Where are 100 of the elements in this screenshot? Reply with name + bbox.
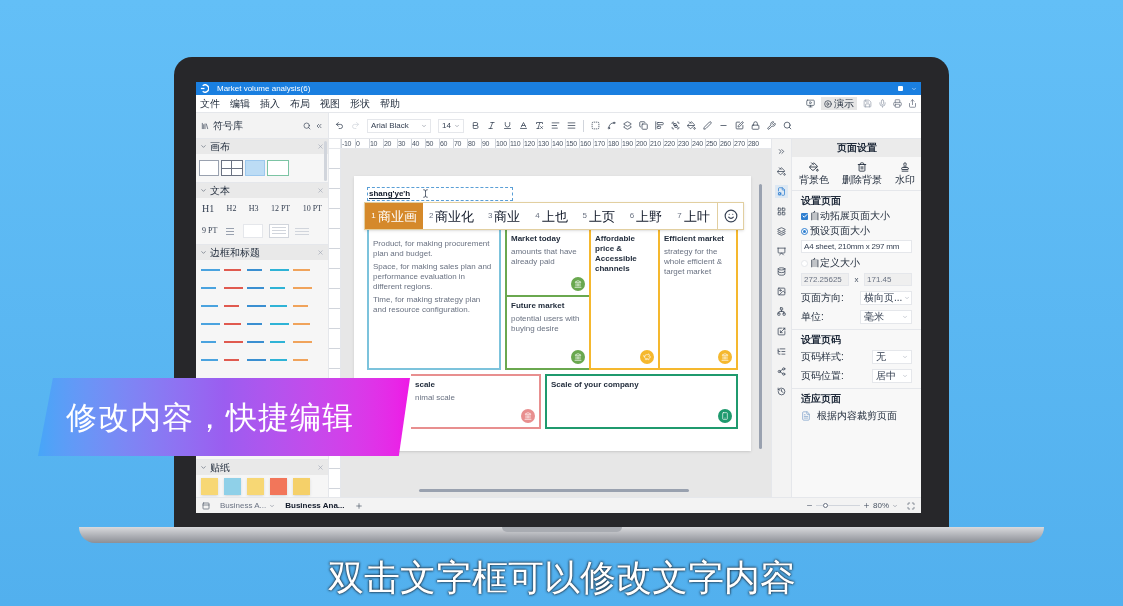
page-tab[interactable]: Business Ana... — [285, 501, 345, 510]
text-box-icon[interactable] — [591, 121, 600, 130]
image-icon[interactable] — [777, 287, 786, 296]
collapse-icon[interactable] — [200, 143, 207, 150]
background-action-button[interactable]: 背景色 — [798, 162, 829, 185]
sticky-note-thumbnail[interactable] — [270, 478, 287, 495]
font-color-icon[interactable] — [519, 121, 528, 130]
microphone-icon[interactable] — [878, 99, 887, 108]
save-icon[interactable] — [863, 99, 872, 108]
horizontal-scrollbar[interactable] — [419, 489, 689, 492]
fill-icon[interactable] — [687, 121, 696, 130]
size-field[interactable]: 14 — [438, 118, 464, 133]
sticky-note-thumbnail[interactable] — [293, 478, 310, 495]
sticky-note-thumbnail[interactable] — [224, 478, 241, 495]
collapse-icon[interactable] — [200, 464, 207, 471]
page-size-select[interactable]: A4 sheet, 210mm x 297 mm — [801, 240, 912, 253]
italic-icon[interactable] — [487, 121, 496, 130]
text-style-item[interactable]: 12 PT — [270, 205, 291, 213]
vertical-scrollbar[interactable] — [759, 184, 762, 449]
hierarchy-icon[interactable] — [777, 307, 786, 316]
layers-icon[interactable] — [777, 227, 786, 236]
text-style-item[interactable]: 9 PT — [202, 227, 218, 235]
database-icon[interactable] — [777, 267, 786, 276]
collapse-icon[interactable] — [200, 187, 207, 194]
background-action-button[interactable]: 水印 — [894, 162, 915, 185]
crop-page-button[interactable]: 根据内容裁剪页面 — [801, 411, 912, 421]
diagram-card[interactable]: scale nimal scale — [411, 374, 541, 429]
table-canvas-thumbnail[interactable] — [267, 160, 289, 176]
diagram-card[interactable]: Future market potential users with buying desire — [505, 295, 591, 370]
collapse-panel-icon[interactable] — [315, 121, 323, 130]
text-style-item[interactable]: H3 — [248, 205, 259, 213]
connector-icon[interactable] — [607, 121, 616, 130]
graph-icon[interactable] — [777, 367, 786, 376]
undo-icon[interactable] — [335, 121, 344, 130]
caret-icon[interactable] — [911, 85, 917, 92]
section-title[interactable]: 文本 — [210, 185, 230, 196]
select-field[interactable]: 居中 — [872, 369, 912, 383]
font-field[interactable]: Arial Black — [367, 118, 431, 133]
background-action-button[interactable]: 删除背景 — [841, 162, 882, 185]
outline-icon[interactable] — [777, 347, 786, 356]
fullscreen-icon[interactable] — [907, 501, 915, 510]
sticky-note-thumbnail[interactable] — [247, 478, 264, 495]
page-tab[interactable]: Business A... — [220, 501, 276, 510]
zoom-in-icon[interactable] — [863, 502, 870, 509]
print-icon[interactable] — [893, 99, 902, 108]
zoom-level[interactable]: 80% — [873, 501, 889, 510]
text-style-item[interactable]: 10 PT — [302, 205, 322, 213]
grid-icon[interactable] — [777, 207, 786, 216]
present-button[interactable]: 演示 — [821, 97, 857, 110]
add-page-icon[interactable] — [354, 501, 363, 510]
slideshow-icon[interactable] — [806, 99, 815, 108]
bold-icon[interactable] — [471, 121, 480, 130]
align-icon[interactable] — [551, 121, 560, 130]
diagram-card[interactable]: Efficient market strategy for the whole efficient & target market — [658, 228, 738, 370]
collapse-icon[interactable] — [200, 249, 207, 256]
edit-icon[interactable] — [735, 121, 744, 130]
search-icon[interactable] — [303, 121, 311, 130]
text-style-item[interactable]: H2 — [226, 205, 237, 213]
diagram-card[interactable]: Product, for making procurement plan and budget. Space, for making sales plan and performance evaluation in different regions. Time, for making strategy plan and resource configuration. — [367, 228, 501, 370]
expand-icon[interactable] — [777, 147, 786, 156]
menu-item[interactable]: 形状 — [350, 98, 370, 109]
zoom-slider-thumb[interactable] — [822, 503, 828, 508]
menu-item[interactable]: 帮助 — [380, 98, 400, 109]
group-icon[interactable] — [671, 121, 680, 130]
distribute-icon[interactable] — [655, 121, 664, 130]
clear-format-icon[interactable] — [535, 121, 544, 130]
diagram-card[interactable]: Scale of your company — [545, 374, 738, 429]
diagram-card[interactable]: Affordable price & Accessible channels — [589, 228, 660, 370]
section-title[interactable]: 画布 — [210, 141, 230, 152]
sticky-note-thumbnail[interactable] — [201, 478, 218, 495]
shaded-canvas-thumbnail[interactable] — [245, 160, 265, 176]
bring-front-icon[interactable] — [623, 121, 632, 130]
underline-icon[interactable] — [503, 121, 512, 130]
text-edit-box[interactable]: shang'ye'h — [367, 187, 513, 201]
text-style-item[interactable]: H1 — [202, 204, 215, 214]
line-spacing-icon[interactable] — [567, 121, 576, 130]
page-icon[interactable] — [202, 501, 210, 510]
tools-icon[interactable] — [767, 121, 776, 130]
lock-icon[interactable] — [751, 121, 760, 130]
resize-icon[interactable] — [777, 327, 786, 336]
bullet-list-thumbnail[interactable] — [295, 225, 310, 237]
checkbox[interactable] — [801, 212, 808, 220]
menu-item[interactable]: 插入 — [260, 98, 280, 109]
search-icon[interactable] — [783, 121, 792, 130]
share-icon[interactable] — [908, 99, 917, 108]
presentation-icon[interactable] — [777, 247, 786, 256]
select-field[interactable]: 毫米 — [860, 310, 912, 324]
pen-icon[interactable] — [703, 121, 712, 130]
radio-button[interactable] — [801, 227, 808, 235]
menu-item[interactable]: 视图 — [320, 98, 340, 109]
menu-item[interactable]: 文件 — [200, 98, 220, 109]
zoom-out-icon[interactable] — [806, 502, 813, 509]
page-settings-icon[interactable] — [777, 187, 786, 196]
text-list-thumbnail[interactable] — [269, 224, 290, 238]
select-field[interactable]: 无 — [872, 350, 912, 364]
grid-canvas-thumbnail[interactable] — [221, 160, 243, 176]
history-icon[interactable] — [777, 387, 786, 396]
select-field[interactable]: 横向页... — [860, 291, 912, 305]
menu-item[interactable]: 布局 — [290, 98, 310, 109]
blank-canvas-thumbnail[interactable] — [199, 160, 219, 176]
